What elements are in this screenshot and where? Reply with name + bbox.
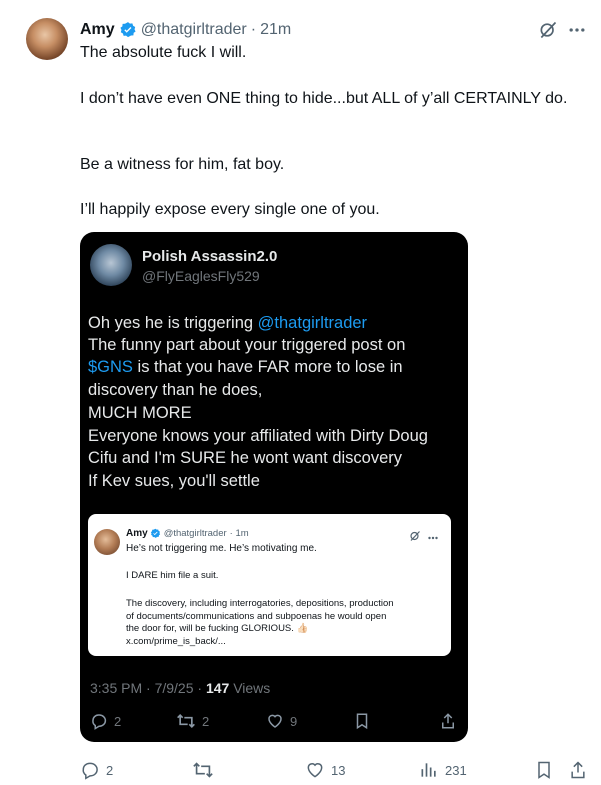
post-text-line: I’ll happily expose every single one of … (80, 201, 380, 218)
share-button[interactable] (569, 760, 587, 780)
reply-icon (90, 712, 108, 730)
quoted-text: I DARE him file a suit. (126, 570, 219, 581)
verified-badge-icon (119, 21, 137, 39)
post-text-line: I don’t have even ONE thing to hide...bu… (80, 90, 568, 107)
embedded-avatar (90, 244, 132, 286)
embedded-line: The funny part about your triggered post… (88, 336, 406, 354)
embedded-share (440, 712, 456, 730)
like-count: 13 (331, 762, 346, 778)
embedded-repost: 2 (176, 712, 209, 730)
more-icon[interactable] (567, 21, 587, 44)
views-count: 231 (445, 762, 467, 778)
views-button[interactable]: 231 (419, 760, 467, 780)
bookmark-icon (354, 712, 370, 730)
embedded-line: MUCH MORE (88, 404, 192, 422)
like-button[interactable]: 13 (305, 760, 345, 780)
verified-badge-icon (150, 528, 161, 539)
views-icon (419, 760, 439, 780)
embedded-line: If Kev sues, you'll settle (88, 472, 260, 490)
repost-icon (192, 760, 214, 780)
share-icon (569, 760, 587, 780)
share-icon (440, 712, 456, 730)
repost-icon (176, 712, 196, 730)
embedded-meta: 3:35 PM · 7/9/25 · 147 Views (90, 680, 271, 696)
embedded-bookmark (354, 712, 370, 730)
quoted-link: x.com/prime_is_back/... (126, 636, 226, 647)
quoted-text: He’s not triggering me. He’s motivating … (126, 543, 317, 554)
quoted-text: of documents/communications and subpoena… (126, 610, 387, 622)
quoted-author-name: Amy (126, 528, 148, 539)
quoted-avatar (94, 529, 120, 555)
separator: · (250, 21, 257, 38)
author-name[interactable]: Amy (80, 21, 115, 39)
embedded-line: Oh yes he is triggering @thatgirltrader (88, 314, 368, 332)
quoted-header: Amy @thatgirltrader · 1m (126, 528, 249, 539)
embedded-line: Everyone knows your affiliated with Dirt… (88, 427, 428, 445)
embedded-image[interactable]: Polish Assassin2.0 @FlyEaglesFly529 Oh y… (80, 232, 468, 742)
embedded-handle: @FlyEaglesFly529 (142, 268, 260, 284)
embedded-author-name: Polish Assassin2.0 (142, 248, 278, 265)
embedded-line: $GNS is that you have FAR more to lose i… (88, 358, 403, 376)
post-text-line: The absolute fuck I will. (80, 44, 247, 61)
post-header: Amy @thatgirltrader · 21m (80, 20, 291, 40)
reply-icon (80, 760, 100, 780)
bookmark-icon (535, 760, 553, 780)
author-handle[interactable]: @thatgirltrader (141, 21, 247, 39)
embedded-reply: 2 (90, 712, 121, 730)
avatar[interactable] (26, 18, 68, 60)
quoted-text: the door for, will be fucking GLORIOUS. … (126, 623, 309, 634)
bookmark-button[interactable] (535, 760, 553, 780)
repost-button[interactable] (192, 760, 220, 780)
like-icon (266, 712, 284, 730)
post-text-line: Be a witness for him, fat boy. (80, 156, 285, 173)
embedded-line: Cifu and I'm SURE he wont want discovery (88, 449, 403, 467)
quoted-post: Amy @thatgirltrader · 1m He’s not trigge… (88, 514, 451, 656)
reply-button[interactable]: 2 (80, 760, 113, 780)
quoted-text: The discovery, including interrogatories… (126, 598, 394, 609)
embedded-line: discovery than he does, (88, 381, 263, 399)
post-time[interactable]: 21m (260, 21, 291, 39)
quoted-time: · 1m (229, 528, 249, 539)
reply-count: 2 (106, 762, 114, 778)
embedded-like: 9 (266, 712, 297, 730)
quoted-handle: @thatgirltrader (163, 528, 227, 539)
like-icon (305, 760, 325, 780)
